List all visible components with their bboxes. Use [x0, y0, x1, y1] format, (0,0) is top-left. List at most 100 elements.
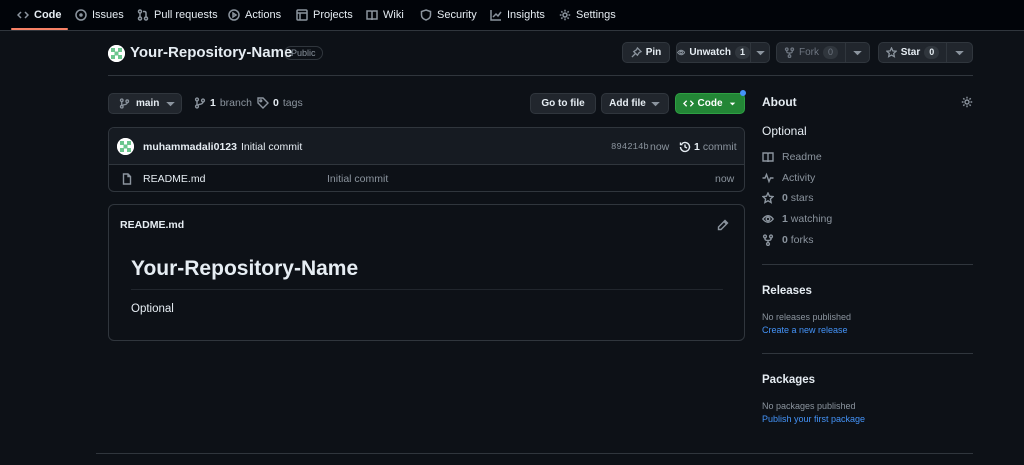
tag-count: 0 — [273, 97, 279, 109]
forks-link[interactable]: 0 forks — [762, 234, 814, 246]
footer-divider — [96, 453, 973, 454]
readme-heading: Your-Repository-Name — [131, 257, 359, 280]
branch-select-button[interactable]: main — [108, 93, 182, 114]
tab-label: Settings — [576, 9, 616, 21]
issue-icon — [75, 9, 87, 21]
commit-summary: muhammadali0123 Initial commit — [143, 141, 302, 153]
caret-down-icon — [166, 101, 176, 107]
add-file-label: Add file — [609, 98, 646, 109]
file-row[interactable]: README.md Initial commit now — [109, 166, 744, 191]
tab-label: Insights — [507, 9, 545, 21]
gear-icon[interactable] — [961, 96, 973, 108]
file-name[interactable]: README.md — [143, 173, 205, 185]
tags-link[interactable]: 0 tags — [257, 97, 303, 109]
tab-label: Projects — [313, 9, 353, 21]
shield-icon — [420, 9, 432, 21]
tab-pull-requests[interactable]: Pull requests — [137, 0, 218, 30]
about-item-label: Readme — [782, 151, 822, 163]
tab-issues[interactable]: Issues — [75, 0, 124, 30]
add-file-button[interactable]: Add file — [601, 93, 669, 114]
tab-code[interactable]: Code — [11, 0, 67, 30]
graph-icon — [490, 10, 502, 21]
stars-link[interactable]: 0 stars — [762, 192, 814, 204]
code-button[interactable]: Code — [675, 93, 745, 114]
fork-count: 0 — [822, 46, 838, 59]
stars-count: 0 — [782, 192, 788, 204]
tab-label: Code — [34, 9, 62, 21]
tab-security[interactable]: Security — [420, 0, 477, 30]
fork-icon — [784, 47, 795, 58]
create-release-link[interactable]: Create a new release — [762, 325, 848, 335]
code-icon — [682, 100, 694, 107]
star-icon — [762, 192, 774, 204]
code-icon — [17, 11, 29, 19]
tab-projects[interactable]: Projects — [296, 0, 353, 30]
about-item-label: forks — [790, 234, 814, 246]
branches-link[interactable]: 1 branch — [194, 97, 252, 109]
caret-down-icon — [853, 50, 862, 56]
go-to-file-button[interactable]: Go to file — [530, 93, 596, 114]
history-icon — [679, 141, 691, 153]
branch-icon — [119, 98, 130, 109]
repo-owner-avatar[interactable] — [108, 45, 125, 62]
readme-filename: README.md — [120, 219, 185, 231]
star-dropdown-button[interactable] — [946, 42, 973, 63]
star-count: 0 — [924, 46, 940, 59]
readme-heading-rule — [131, 289, 723, 290]
publish-package-link[interactable]: Publish your first package — [762, 414, 865, 424]
gear-icon — [559, 9, 571, 21]
file-commit-message[interactable]: Initial commit — [327, 173, 388, 185]
eye-icon — [677, 49, 686, 56]
tab-wiki[interactable]: Wiki — [366, 0, 404, 30]
repo-name[interactable]: Your-Repository-Name — [130, 44, 292, 61]
commit-author[interactable]: muhammadali0123 — [143, 141, 237, 153]
readme-panel: README.md Your-Repository-Name Optional — [108, 204, 745, 341]
packages-empty-text: No packages published — [762, 401, 856, 411]
tab-insights[interactable]: Insights — [490, 0, 545, 30]
tab-settings[interactable]: Settings — [559, 0, 616, 30]
commit-message[interactable]: Initial commit — [241, 141, 302, 153]
watch-count: 1 — [734, 46, 750, 59]
tab-label: Issues — [92, 9, 124, 21]
commit-hash[interactable]: 894214b — [611, 142, 649, 152]
tab-label: Security — [437, 9, 477, 21]
about-title: About — [762, 95, 797, 109]
pin-button[interactable]: Pin — [622, 42, 670, 63]
caret-down-icon — [729, 102, 735, 106]
repo-nav: Code Issues Pull requests Actions Projec… — [0, 0, 1024, 31]
tab-label: Pull requests — [154, 9, 218, 21]
header-divider — [108, 75, 973, 76]
file-icon — [122, 173, 132, 185]
caret-down-icon — [755, 50, 765, 56]
fork-button[interactable]: Fork 0 — [776, 42, 846, 63]
activity-link[interactable]: Activity — [762, 172, 815, 184]
watching-link[interactable]: 1 watching — [762, 213, 832, 225]
visibility-badge: Public — [284, 46, 323, 60]
play-icon — [228, 9, 240, 21]
star-button[interactable]: Star 0 — [878, 42, 947, 63]
commit-count-word: commit — [702, 141, 737, 153]
fork-dropdown-button[interactable] — [845, 42, 870, 63]
watch-dropdown-button[interactable] — [750, 42, 770, 63]
commit-author-avatar[interactable] — [117, 138, 134, 155]
unwatch-label: Unwatch — [689, 47, 731, 58]
pull-request-icon — [137, 9, 149, 21]
packages-title[interactable]: Packages — [762, 374, 815, 386]
pin-label: Pin — [645, 47, 662, 58]
caret-down-icon — [955, 50, 964, 56]
pencil-icon[interactable] — [717, 219, 729, 231]
tab-label: Wiki — [383, 9, 404, 21]
unwatch-button[interactable]: Unwatch 1 — [676, 42, 751, 63]
tag-icon — [257, 97, 269, 109]
notification-dot — [740, 90, 746, 96]
watching-count: 1 — [782, 213, 788, 225]
releases-title[interactable]: Releases — [762, 285, 812, 297]
file-time: now — [715, 173, 735, 185]
readme-link[interactable]: Readme — [762, 151, 822, 163]
identicon-icon — [108, 45, 125, 62]
tag-word: tags — [282, 97, 303, 109]
readme-body: Optional — [131, 303, 174, 315]
star-icon — [885, 47, 897, 58]
tab-actions[interactable]: Actions — [228, 0, 281, 30]
commit-history-link[interactable]: 1 commit — [679, 141, 737, 153]
